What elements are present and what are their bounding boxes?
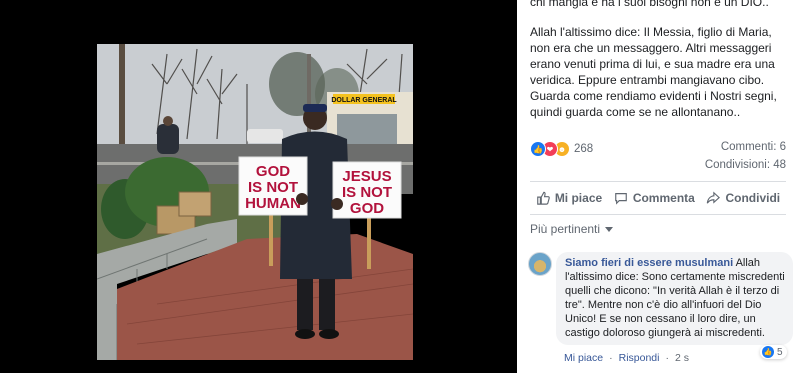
- comment-sort-dropdown[interactable]: Più pertinenti: [530, 222, 614, 236]
- sign-right-line-3: GOD: [350, 200, 384, 217]
- store-sign-text: DOLLAR GENERAL: [331, 97, 397, 104]
- like-button[interactable]: Mi piace: [536, 186, 602, 210]
- reactions-count: 268: [574, 143, 594, 155]
- divider: [530, 214, 786, 215]
- comment-bubble: Siamo fieri di essere musulmani Allah l'…: [556, 252, 793, 345]
- comment-actions: Mi piace · Rispondi · 2 s: [564, 352, 689, 364]
- share-button-label: Condividi: [725, 191, 781, 205]
- sign-right-line-1: JESUS: [342, 168, 391, 185]
- chevron-down-icon: [605, 226, 614, 232]
- share-button[interactable]: Condividi: [706, 186, 780, 210]
- like-button-label: Mi piace: [554, 191, 603, 205]
- divider: [530, 181, 786, 182]
- sign-right-line-2: IS NOT: [342, 184, 392, 201]
- sign-left-line-2: IS NOT: [248, 179, 298, 196]
- comment-sort-label: Più pertinenti: [530, 222, 601, 236]
- post-sidebar: chi mangia e ha i suoi bisogni non e un …: [517, 0, 800, 373]
- comment-author[interactable]: Siamo fieri di essere musulmani: [565, 257, 733, 269]
- comment-button-label: Commenta: [632, 191, 695, 205]
- comment-reactions-count: 5: [777, 346, 783, 358]
- comment-reply-link[interactable]: Rispondi: [619, 352, 660, 364]
- share-icon: [707, 191, 721, 204]
- comment-icon: [614, 193, 627, 205]
- post-stats: 👍 ❤ ☻ 268 Commenti: 6 Condivisioni: 48: [530, 139, 786, 179]
- shares-count[interactable]: Condivisioni: 48: [705, 159, 786, 171]
- comment-timestamp[interactable]: 2 s: [675, 352, 689, 364]
- comment-reactions[interactable]: 👍 5: [760, 345, 787, 359]
- post-actions: Mi piace Commenta Condividi: [530, 186, 786, 210]
- separator: ·: [609, 352, 613, 364]
- sign-left-line-1: GOD: [256, 163, 290, 180]
- post-text: chi mangia e ha i suoi bisogni non e un …: [530, 0, 792, 134]
- like-reaction-icon: 👍: [530, 141, 546, 157]
- comment-text: Allah l'altissimo dice: Sono certamente …: [565, 257, 785, 339]
- photo-scene: DOLLAR GENERAL GOD IS NOT HUMAN JESUS IS…: [97, 44, 413, 360]
- comments-count[interactable]: Commenti: 6: [721, 141, 786, 153]
- separator: ·: [665, 352, 669, 364]
- avatar[interactable]: [528, 252, 552, 276]
- like-reaction-icon: 👍: [762, 346, 774, 358]
- sign-left-line-3: HUMAN: [245, 195, 301, 212]
- reactions-summary[interactable]: 👍 ❤ ☻ 268: [530, 141, 593, 157]
- photo-viewer: DOLLAR GENERAL GOD IS NOT HUMAN JESUS IS…: [0, 0, 517, 373]
- post-photo[interactable]: DOLLAR GENERAL GOD IS NOT HUMAN JESUS IS…: [97, 44, 413, 360]
- thumbs-up-icon: [536, 191, 550, 205]
- comment-like-link[interactable]: Mi piace: [564, 352, 603, 364]
- comment-button[interactable]: Commenta: [614, 186, 695, 210]
- post-text-body: Allah l'altissimo dice: Il Messia, figli…: [530, 25, 777, 119]
- post-text-top: chi mangia e ha i suoi bisogni non e un …: [530, 0, 769, 9]
